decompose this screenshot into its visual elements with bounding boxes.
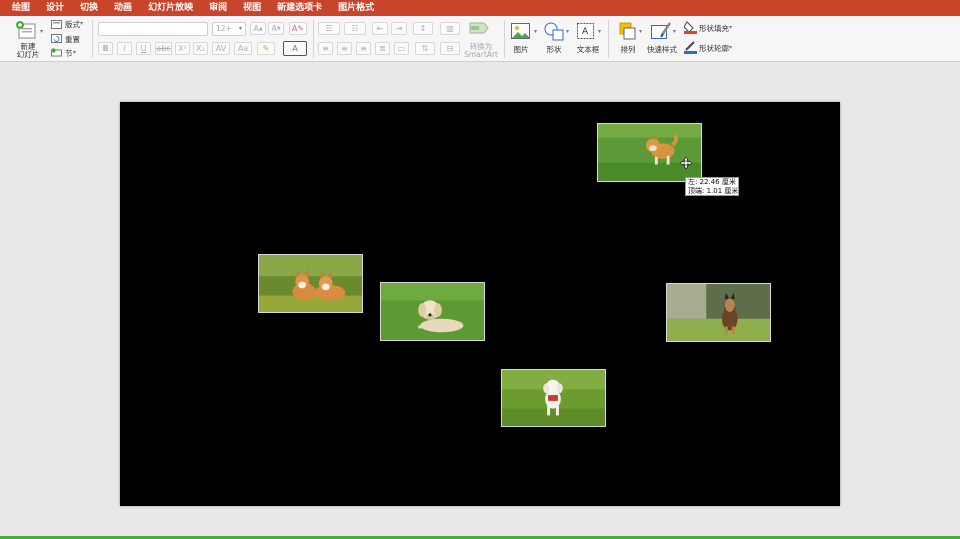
shape-outline-icon[interactable] xyxy=(683,40,697,54)
italic-icon[interactable]: I xyxy=(117,42,132,55)
photo-poodle[interactable] xyxy=(501,369,606,427)
align-center-icon[interactable]: ≡ xyxy=(337,42,352,55)
position-tooltip: 左: 22.46 厘米 顶端: 1.01 厘米 xyxy=(685,177,739,196)
align-right-icon[interactable]: ≡ xyxy=(356,42,371,55)
ribbon-separator xyxy=(504,20,505,58)
tab-review[interactable]: 审阅 xyxy=(201,0,235,16)
move-cursor-icon xyxy=(679,156,693,170)
align-left-icon[interactable]: ≡ xyxy=(318,42,333,55)
highlight-icon[interactable]: ✎ xyxy=(257,42,275,55)
line-spacing-icon[interactable]: ↕ xyxy=(413,22,433,35)
tab-view[interactable]: 视图 xyxy=(235,0,269,16)
arrange-icon[interactable] xyxy=(616,20,638,42)
section-icon[interactable] xyxy=(50,47,62,57)
quick-styles-dropdown-icon[interactable]: ▾ xyxy=(673,28,676,35)
ribbon-separator xyxy=(92,20,93,58)
distributed-icon[interactable]: ▭ xyxy=(394,42,409,55)
shape-fill-label[interactable]: 形状填充 xyxy=(699,23,729,34)
svg-text:A: A xyxy=(582,27,589,37)
change-case-icon[interactable]: Aa xyxy=(234,42,252,55)
new-slide-dropdown-icon[interactable]: ▾ xyxy=(40,28,43,35)
ribbon-separator xyxy=(608,20,609,58)
shape-icon[interactable] xyxy=(543,20,565,42)
shape-label[interactable]: 形状 xyxy=(541,44,567,55)
strikethrough-icon[interactable]: abc xyxy=(155,42,172,55)
shape-outline-label[interactable]: 形状轮廓 xyxy=(699,43,729,54)
layout-icon[interactable] xyxy=(50,19,62,29)
character-spacing-icon[interactable]: AV xyxy=(212,42,230,55)
tab-picture-format[interactable]: 图片格式 xyxy=(330,0,382,16)
tab-transitions[interactable]: 切换 xyxy=(72,0,106,16)
smartart-icon[interactable] xyxy=(467,20,491,36)
tab-slideshow[interactable]: 幻灯片放映 xyxy=(140,0,201,16)
text-direction-icon[interactable]: ⇅ xyxy=(415,42,435,55)
shape-fill-dropdown-icon[interactable]: ▾ xyxy=(729,24,732,31)
photo-shiba-inu[interactable] xyxy=(597,123,702,182)
section-label[interactable]: 节 xyxy=(65,48,73,59)
ribbon-separator xyxy=(313,20,314,58)
clear-formatting-icon[interactable]: A✎ xyxy=(289,22,307,35)
arrange-dropdown-icon[interactable]: ▾ xyxy=(639,28,642,35)
font-size-dropdown-icon[interactable]: ▾ xyxy=(239,25,242,32)
bullets-icon[interactable]: ☰ xyxy=(318,22,340,35)
superscript-icon[interactable]: X² xyxy=(175,42,190,55)
justify-icon[interactable]: ≣ xyxy=(375,42,390,55)
font-color-icon[interactable]: A xyxy=(283,41,307,56)
textbox-dropdown-icon[interactable]: ▾ xyxy=(598,28,601,35)
new-slide-icon[interactable] xyxy=(14,20,38,42)
convert-smartart-label[interactable]: 转换为 SmartArt xyxy=(461,43,501,59)
font-name-combobox[interactable] xyxy=(98,22,208,36)
tab-draw[interactable]: 绘图 xyxy=(4,0,38,16)
quick-styles-icon[interactable] xyxy=(649,20,673,42)
bold-icon[interactable]: B xyxy=(98,42,113,55)
layout-label[interactable]: 版式 xyxy=(65,19,80,30)
section-dropdown-icon[interactable]: ▾ xyxy=(73,49,76,56)
quick-styles-label[interactable]: 快速样式 xyxy=(644,44,680,55)
layout-dropdown-icon[interactable]: ▾ xyxy=(80,20,83,27)
columns-icon[interactable]: ▥ xyxy=(440,22,460,35)
tooltip-left-value: 左: 22.46 厘米 xyxy=(688,178,736,186)
textbox-label[interactable]: 文本框 xyxy=(574,44,602,55)
tooltip-top-value: 顶端: 1.01 厘米 xyxy=(688,186,739,195)
shrink-font-icon[interactable]: A ▼ xyxy=(268,22,284,35)
picture-label[interactable]: 图片 xyxy=(508,44,534,55)
reset-label[interactable]: 重置 xyxy=(65,34,80,45)
underline-icon[interactable]: U xyxy=(136,42,151,55)
photo-corgis[interactable] xyxy=(258,254,363,313)
increase-indent-icon[interactable]: ⇥ xyxy=(391,22,407,35)
photo-german-shepherd[interactable] xyxy=(666,283,771,342)
arrange-label[interactable]: 排列 xyxy=(615,44,641,55)
tab-animations[interactable]: 动画 xyxy=(106,0,140,16)
shape-fill-icon[interactable] xyxy=(683,20,697,34)
new-slide-label[interactable]: 新建 幻灯片 xyxy=(10,43,46,59)
textbox-icon[interactable]: A xyxy=(575,20,597,42)
ribbon: ▾ 新建 幻灯片 版式 ▾ 重置 节 ▾ 12+ ▾ A ▲ A ▼ A✎ B I … xyxy=(0,16,960,62)
ribbon-tab-bar: 绘图 设计 切换 动画 幻灯片放映 审阅 视图 新建选项卡 图片格式 xyxy=(0,0,960,16)
picture-icon[interactable] xyxy=(510,21,532,41)
tab-design[interactable]: 设计 xyxy=(38,0,72,16)
picture-dropdown-icon[interactable]: ▾ xyxy=(534,28,537,35)
reset-icon[interactable] xyxy=(50,33,62,43)
shape-dropdown-icon[interactable]: ▾ xyxy=(566,28,569,35)
shape-outline-dropdown-icon[interactable]: ▾ xyxy=(729,44,732,51)
photo-golden-retriever[interactable] xyxy=(380,282,485,341)
grow-font-icon[interactable]: A ▲ xyxy=(250,22,266,35)
tab-new-tab[interactable]: 新建选项卡 xyxy=(269,0,330,16)
decrease-indent-icon[interactable]: ⇤ xyxy=(372,22,388,35)
align-text-icon[interactable]: ⊟ xyxy=(440,42,460,55)
numbering-icon[interactable]: ☷ xyxy=(344,22,366,35)
subscript-icon[interactable]: X₂ xyxy=(193,42,208,55)
